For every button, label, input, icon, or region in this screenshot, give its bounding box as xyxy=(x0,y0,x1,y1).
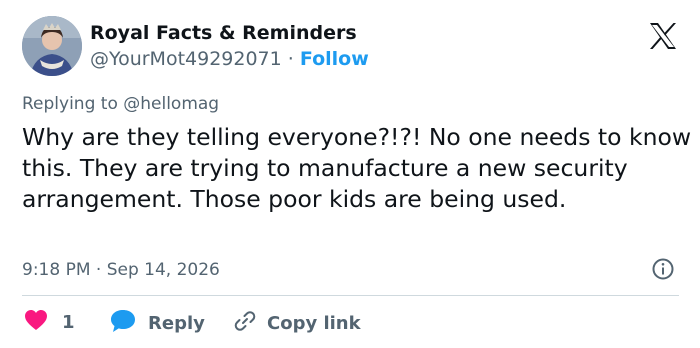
handle-separator: · xyxy=(287,48,294,70)
author-handle-line: @YourMot49292071 · Follow xyxy=(90,48,369,70)
info-icon[interactable] xyxy=(652,258,674,280)
avatar[interactable] xyxy=(22,16,82,76)
reply-button[interactable]: Reply xyxy=(110,309,205,337)
author-handle[interactable]: @YourMot49292071 xyxy=(90,48,282,70)
reply-context-prefix: Replying to xyxy=(22,94,118,114)
heart-icon xyxy=(24,309,48,335)
link-icon xyxy=(233,309,257,337)
follow-button[interactable]: Follow xyxy=(300,48,369,70)
copy-link-label: Copy link xyxy=(267,312,361,334)
x-logo-icon[interactable] xyxy=(648,22,678,50)
reply-label: Reply xyxy=(148,312,205,334)
speech-bubble-icon xyxy=(110,309,136,337)
reply-mention-link[interactable]: @hellomag xyxy=(123,94,219,114)
reply-context: Replying to @hellomag xyxy=(22,94,219,114)
like-button[interactable]: 1 xyxy=(24,309,75,335)
author-display-name[interactable]: Royal Facts & Reminders xyxy=(90,22,357,44)
divider xyxy=(22,295,679,296)
tweet-text: Why are they telling everyone?!?! No one… xyxy=(22,123,692,213)
like-count: 1 xyxy=(62,311,75,333)
tweet-timestamp[interactable]: 9:18 PM · Sep 14, 2026 xyxy=(22,260,220,280)
copy-link-button[interactable]: Copy link xyxy=(233,309,361,337)
